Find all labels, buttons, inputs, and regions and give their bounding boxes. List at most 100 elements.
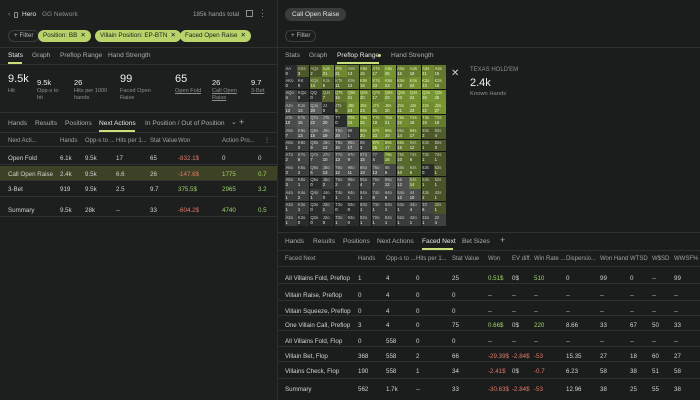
column-header[interactable]: EV diff. [512,256,531,262]
hand-cell[interactable]: T7s 18 [371,114,384,127]
hand-cell[interactable]: 94s 17 [409,127,422,140]
hand-cell[interactable]: 62s 1 [434,164,446,177]
column-header[interactable]: Faced Next [285,256,316,262]
hand-cell[interactable]: K7o 6 [297,151,310,164]
hand-cell[interactable]: AJo 12 [285,102,297,115]
hand-cell[interactable]: K5o 1 [297,176,310,189]
tab-in-position[interactable]: In Position / Out of Position [145,120,225,127]
hand-cell[interactable]: T4s 19 [409,114,422,127]
column-menu-icon[interactable]: ⋮ [264,137,270,144]
hand-cell[interactable]: T6s 21 [384,114,397,127]
hand-cell[interactable]: A3s 21 [421,65,434,77]
hand-cell[interactable]: 76o 13 [371,164,384,177]
hand-cell[interactable]: T3o 0 [334,201,347,214]
hand-cell[interactable]: 55 12 [396,176,409,189]
right-tab-hand-strength[interactable]: Hand Strength [391,52,434,59]
hand-cell[interactable]: K4o 2 [297,189,310,202]
chevron-down-icon[interactable]: ⌄ [231,118,237,126]
row-label[interactable]: Villains Check, Flop [285,368,339,375]
row-label[interactable]: 3-Bet [8,186,23,193]
hand-cell[interactable]: 83o 1 [359,201,372,214]
hand-cell[interactable]: J6o 13 [322,164,335,177]
tab-graph[interactable]: Graph [32,52,50,59]
hand-cell[interactable]: 92o 0 [347,214,360,226]
row-label[interactable]: Villain Squeeze, Preflop [285,308,351,315]
column-header[interactable]: WWSF% [674,256,698,262]
hand-cell[interactable]: 85o 4 [359,176,372,189]
hand-cell[interactable]: 94o 1 [347,189,360,202]
tab-next-actions[interactable]: Next Actions [99,120,136,127]
column-header[interactable]: Hands [60,138,77,144]
hand-cell[interactable]: 53s 1 [421,176,434,189]
chip-position[interactable]: Position: BB ✕ [38,30,91,42]
hand-cell[interactable]: T4o 1 [334,189,347,202]
hand-cell[interactable]: 42o 1 [409,214,422,226]
hand-cell[interactable]: 73o 1 [371,201,384,214]
tab-preflop-range[interactable]: Preflop Range [60,52,102,59]
hand-cell[interactable]: 53o 1 [396,201,409,214]
right-tab-results[interactable]: Results [313,238,335,245]
hand-cell[interactable]: JJ 0 [322,102,335,115]
hand-cell[interactable]: T6o 12 [334,164,347,177]
hand-cell[interactable]: J9o 19 [322,127,335,140]
add-tab-icon[interactable]: + [500,235,505,245]
hand-cell[interactable]: K3o 1 [297,201,310,214]
hand-cell[interactable]: TT 0 [334,114,347,127]
hand-cell[interactable]: 87s 25 [371,139,384,152]
row-label[interactable]: Call Open Raise [8,171,53,178]
right-tab-hands[interactable]: Hands [285,238,304,245]
hand-cell[interactable]: 93o 0 [347,201,360,214]
hand-cell[interactable]: Q6o 6 [309,164,322,177]
hand-cell[interactable]: Q3o 0 [309,201,322,214]
hand-cell[interactable]: 52s 1 [434,176,446,189]
hand-cell[interactable]: 74s 6 [409,151,422,164]
hand-cell[interactable]: 96s 20 [384,127,397,140]
hand-cell[interactable]: J2o 0 [322,214,335,226]
hand-cell[interactable]: Q5s 23 [396,89,409,102]
hand-cell[interactable]: J3o 1 [322,201,335,214]
row-label[interactable]: Open Fold [8,155,37,162]
hand-cell[interactable]: K8s 18 [359,77,372,90]
hand-cell[interactable]: A6s 25 [384,65,397,77]
column-header[interactable]: W$SD [652,256,669,262]
row-label[interactable]: All Villains Fold, Flop [285,338,342,345]
chip-faced-open-raise[interactable]: Faced Open Raise ✕ [180,30,251,42]
hand-cell[interactable]: 72o 1 [371,214,384,226]
hand-cell[interactable]: ATs 21 [334,65,347,77]
hand-cell[interactable]: A9s 13 [347,65,360,77]
hand-cell[interactable]: AQo 4 [285,89,297,102]
column-header[interactable]: Hits per 1... [116,138,147,144]
hand-cell[interactable]: J8s 23 [359,102,372,115]
hand-cell[interactable]: 75o 7 [371,176,384,189]
hand-cell[interactable]: J4s 23 [409,102,422,115]
column-header[interactable]: Won Hand [600,256,628,262]
hand-cell[interactable]: Q4o 1 [309,189,322,202]
hand-cell[interactable]: K2o 0 [297,214,310,226]
hand-cell[interactable]: 87o 15 [359,151,372,164]
hand-cell[interactable]: A6o 3 [285,164,297,177]
hand-cell[interactable]: KK 0 [297,77,310,90]
close-icon[interactable]: ✕ [451,68,459,79]
close-icon[interactable]: ✕ [80,32,85,39]
row-label[interactable]: Villain Raise, Preflop [285,292,342,299]
back-icon[interactable]: ‹ [8,11,10,18]
hand-cell[interactable]: 63o 1 [384,201,397,214]
hand-cell[interactable]: Q5o 0 [309,176,322,189]
hand-cell[interactable]: QJs 7 [322,89,335,102]
hand-cell[interactable]: J9s 24 [347,102,360,115]
hand-cell[interactable]: KJo 13 [297,102,310,115]
column-header[interactable]: Next Acti... [8,138,37,144]
hand-cell[interactable]: 43s 2 [421,189,434,202]
hand-cell[interactable]: 22 4 [434,214,446,226]
column-header[interactable]: Opp-s to ... [386,256,416,262]
hand-cell[interactable]: 72s 1 [434,151,446,164]
hand-cell[interactable]: J3s 22 [421,102,434,115]
hand-cell[interactable]: K6s 23 [384,77,397,90]
right-tab-next-actions[interactable]: Next Actions [377,238,414,245]
column-header[interactable]: Opp-s to ... [85,138,115,144]
hand-cell[interactable]: Q6s 23 [384,89,397,102]
filter-button[interactable]: + Filter [8,30,40,42]
hand-cell[interactable]: K9s 12 [347,77,360,90]
hand-cell[interactable]: Q9o 15 [309,127,322,140]
hand-cell[interactable]: 92s 4 [434,127,446,140]
